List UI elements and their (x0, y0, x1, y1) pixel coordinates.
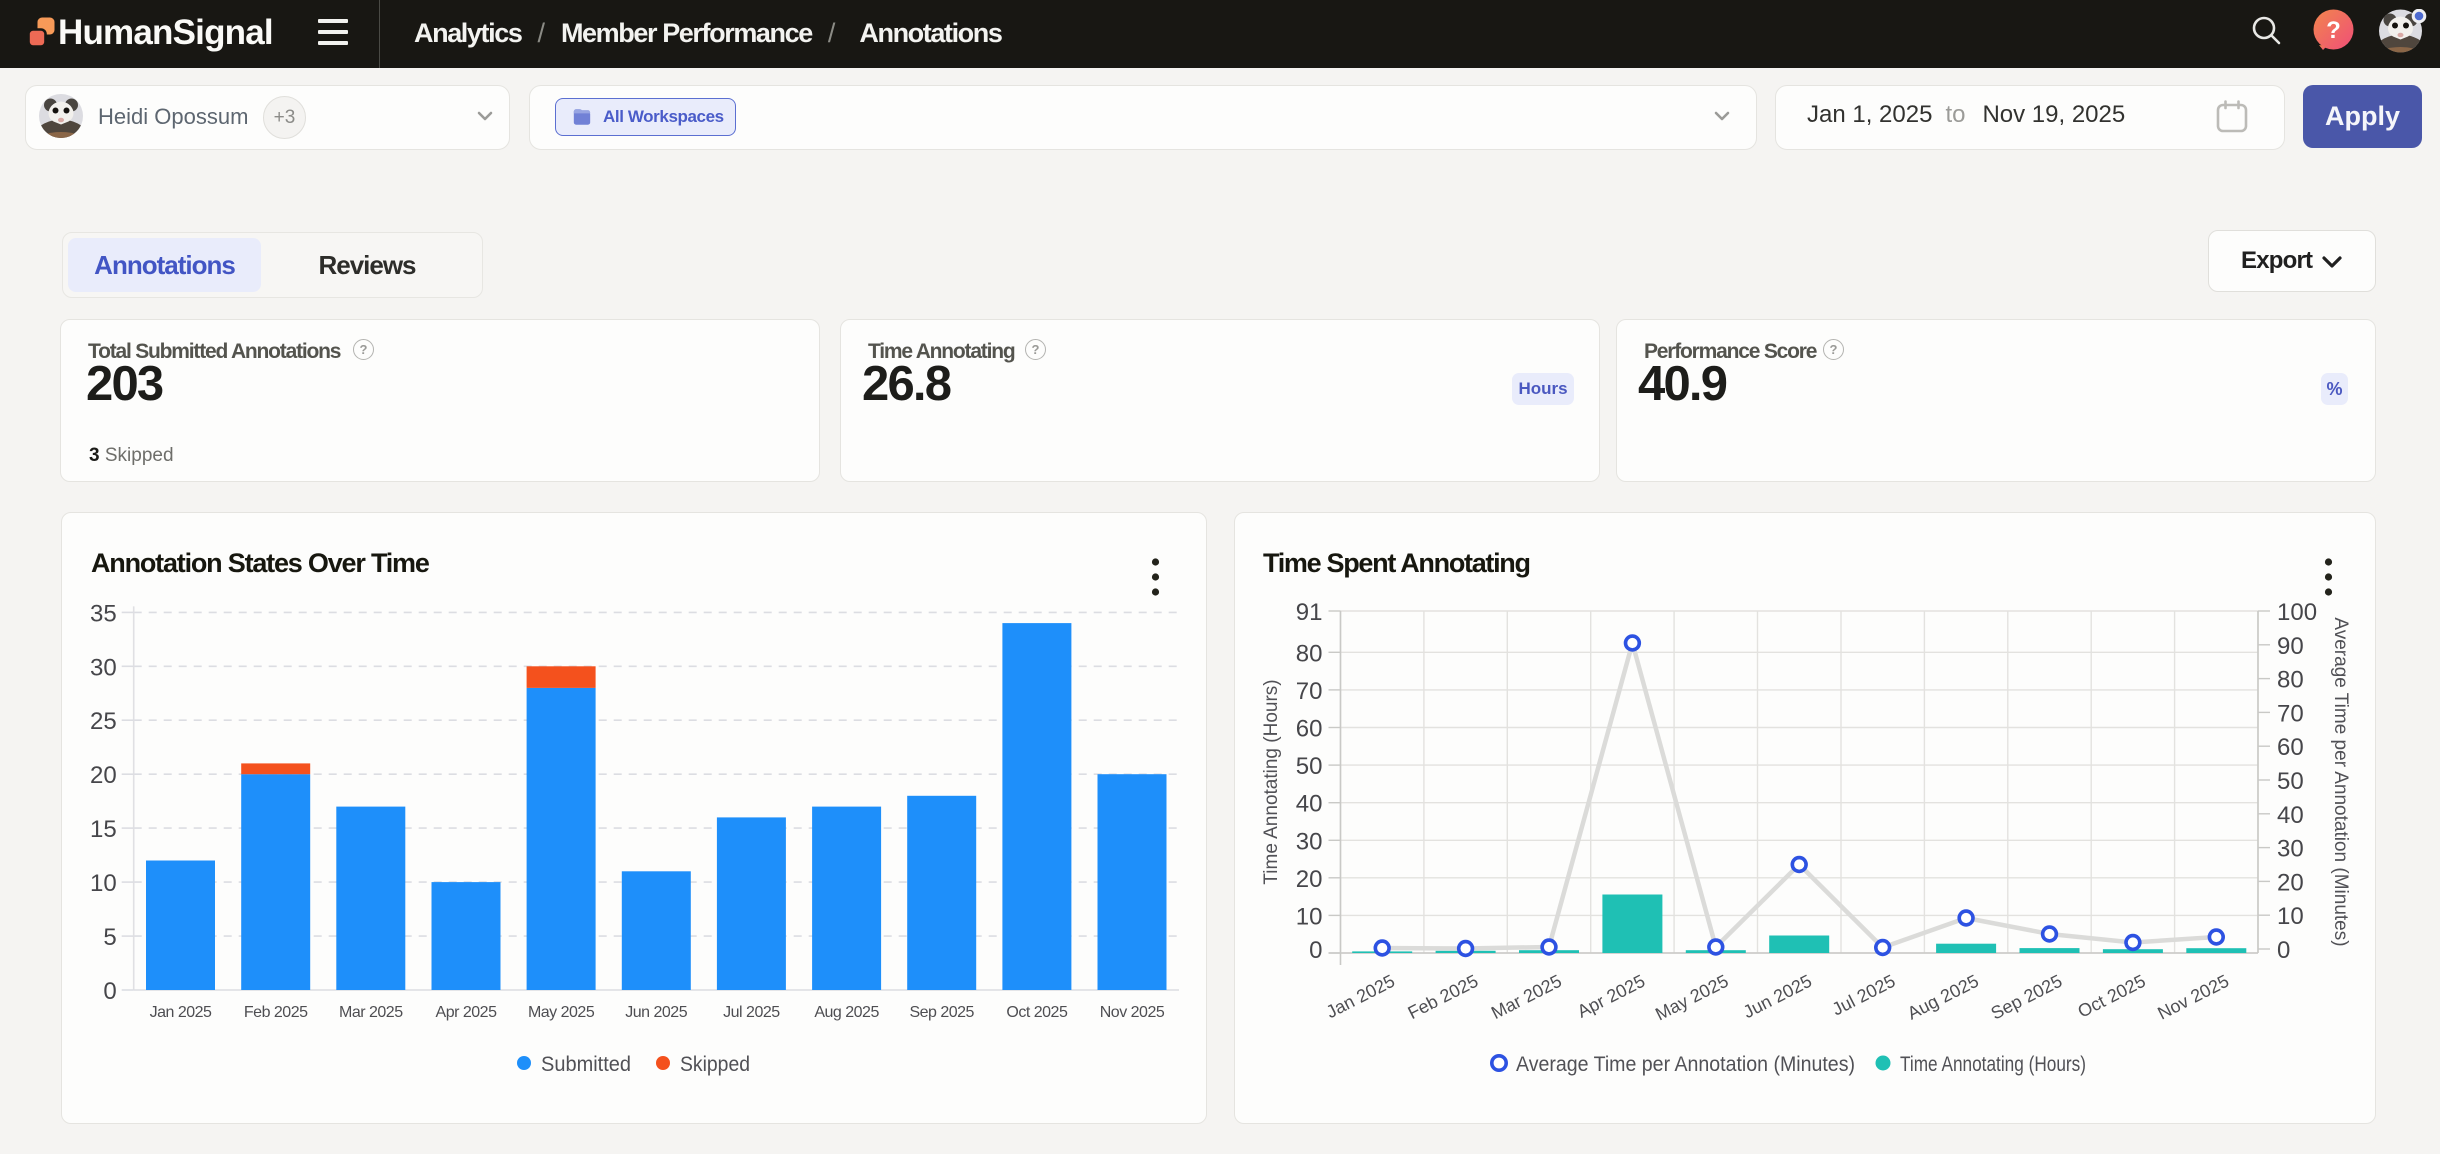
svg-text:25: 25 (90, 708, 117, 735)
svg-text:60: 60 (2277, 734, 2304, 761)
svg-text:Jul 2025: Jul 2025 (1829, 971, 1899, 1020)
svg-text:20: 20 (90, 762, 117, 789)
svg-text:40: 40 (2277, 802, 2304, 829)
svg-text:May 2025: May 2025 (528, 1004, 595, 1021)
svg-text:Average Time per Annotation (M: Average Time per Annotation (Minutes) (1516, 1052, 1855, 1076)
svg-text:10: 10 (2277, 903, 2304, 930)
svg-text:10: 10 (1296, 903, 1323, 930)
svg-text:80: 80 (2277, 667, 2304, 694)
svg-text:15: 15 (90, 816, 117, 843)
svg-text:40: 40 (1296, 791, 1323, 818)
svg-text:50: 50 (1296, 753, 1323, 780)
svg-text:Mar 2025: Mar 2025 (1488, 971, 1565, 1023)
svg-text:Sep 2025: Sep 2025 (1988, 971, 2066, 1024)
svg-text:Average Time per Annotation (M: Average Time per Annotation (Minutes) (2330, 617, 2351, 946)
svg-text:May 2025: May 2025 (1652, 971, 1732, 1025)
svg-text:Apr 2025: Apr 2025 (436, 1004, 498, 1021)
svg-text:0: 0 (2277, 937, 2290, 964)
svg-text:Time Spent Annotating: Time Spent Annotating (1263, 548, 1530, 578)
svg-text:Feb 2025: Feb 2025 (1405, 971, 1482, 1023)
svg-text:Nov 2025: Nov 2025 (2154, 971, 2232, 1024)
svg-text:Mar 2025: Mar 2025 (339, 1004, 403, 1021)
svg-text:0: 0 (1309, 937, 1322, 964)
svg-text:30: 30 (1296, 828, 1323, 855)
svg-text:Jul 2025: Jul 2025 (723, 1004, 780, 1021)
svg-text:5: 5 (103, 924, 116, 951)
svg-text:35: 35 (90, 600, 117, 627)
svg-text:Sep 2025: Sep 2025 (909, 1004, 974, 1021)
svg-text:Time Annotating (Hours): Time Annotating (Hours) (1900, 1052, 2086, 1076)
svg-text:Oct 2025: Oct 2025 (2075, 971, 2149, 1022)
svg-text:Jun 2025: Jun 2025 (1740, 971, 1815, 1022)
svg-text:30: 30 (90, 654, 117, 681)
svg-text:50: 50 (2277, 768, 2304, 795)
svg-text:20: 20 (1296, 866, 1323, 893)
svg-text:Annotation States Over Time: Annotation States Over Time (91, 548, 430, 578)
svg-text:10: 10 (90, 870, 117, 897)
svg-text:70: 70 (1296, 678, 1323, 705)
svg-text:Oct 2025: Oct 2025 (1006, 1004, 1068, 1021)
svg-text:30: 30 (2277, 836, 2304, 863)
svg-text:Skipped: Skipped (680, 1052, 750, 1076)
svg-text:0: 0 (103, 978, 116, 1005)
svg-text:Jan 2025: Jan 2025 (150, 1004, 212, 1021)
svg-text:Aug 2025: Aug 2025 (814, 1004, 879, 1021)
svg-text:Jun 2025: Jun 2025 (625, 1004, 687, 1021)
svg-text:Nov 2025: Nov 2025 (1100, 1004, 1165, 1021)
svg-text:Time Annotating (Hours): Time Annotating (Hours) (1261, 679, 1282, 884)
svg-text:80: 80 (1296, 640, 1323, 667)
svg-text:91: 91 (1296, 599, 1323, 626)
svg-text:?: ? (2326, 17, 2341, 44)
svg-text:Apr 2025: Apr 2025 (1574, 971, 1648, 1022)
svg-text:100: 100 (2277, 599, 2317, 626)
svg-text:90: 90 (2277, 633, 2304, 660)
svg-text:Submitted: Submitted (541, 1052, 631, 1076)
svg-text:Jan 2025: Jan 2025 (1323, 971, 1398, 1022)
svg-text:Aug 2025: Aug 2025 (1904, 971, 1982, 1024)
svg-text:20: 20 (2277, 869, 2304, 896)
svg-text:60: 60 (1296, 716, 1323, 743)
svg-text:70: 70 (2277, 700, 2304, 727)
svg-text:Feb 2025: Feb 2025 (244, 1004, 308, 1021)
